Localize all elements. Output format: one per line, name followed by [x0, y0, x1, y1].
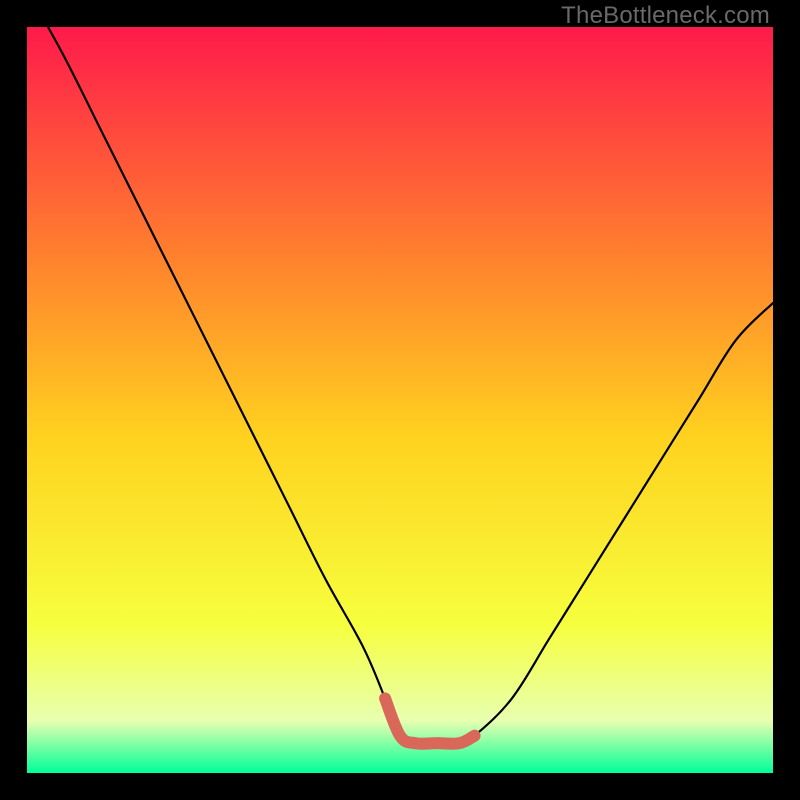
chart-frame: TheBottleneck.com	[0, 0, 800, 800]
watermark-text: TheBottleneck.com	[561, 2, 770, 30]
bottleneck-chart	[27, 27, 773, 773]
chart-background-gradient	[27, 27, 773, 773]
